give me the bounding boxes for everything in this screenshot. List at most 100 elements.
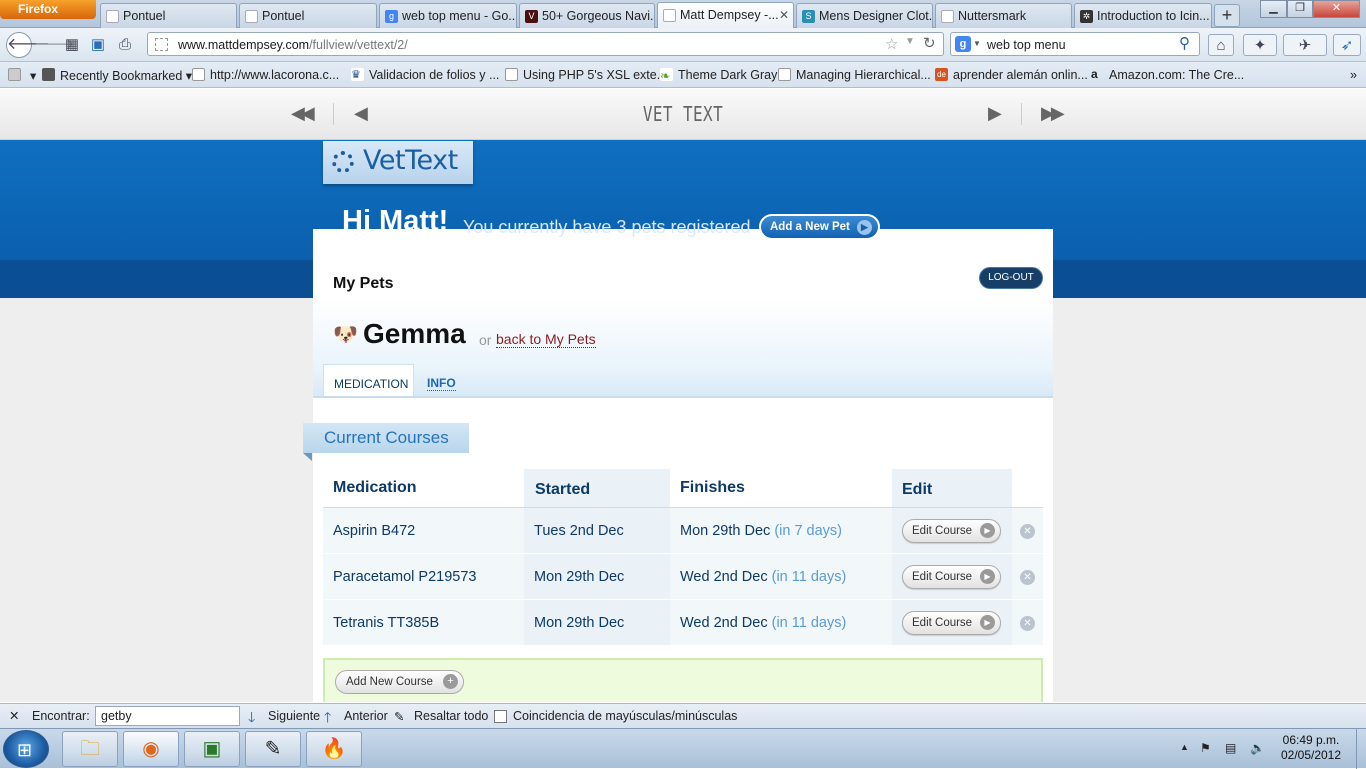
fullview-nav-bar: ◀◀ ◀ VET TEXT ▶ ▶▶ bbox=[0, 89, 1366, 140]
delete-course-icon[interactable]: ✕ bbox=[1020, 616, 1035, 631]
bookmark-item[interactable]: a Amazon.com: The Cre... bbox=[1091, 68, 1244, 82]
add-new-pet-button[interactable]: Add a New Pet ▶ bbox=[759, 214, 880, 240]
last-page-icon[interactable]: ▶▶ bbox=[1041, 103, 1065, 124]
match-case-checkbox[interactable] bbox=[494, 710, 507, 723]
search-bar[interactable]: g ▼ web top menu ⚲ bbox=[950, 32, 1200, 56]
bookmark-item[interactable]: Using PHP 5's XSL exte... bbox=[505, 68, 667, 82]
forward-button[interactable]: 🡒 bbox=[34, 34, 74, 56]
browser-tab[interactable]: Nuttersmark bbox=[935, 3, 1072, 28]
tab-info[interactable]: INFO bbox=[427, 376, 456, 391]
sidebar-icon[interactable]: ▣ bbox=[87, 34, 109, 56]
site-identity-icon[interactable] bbox=[155, 38, 168, 51]
chevron-down-icon[interactable]: ▼ bbox=[973, 39, 981, 48]
bookmarklet-icon[interactable]: ▦ bbox=[61, 34, 83, 56]
edit-course-button[interactable]: Edit Course ▶ bbox=[902, 611, 1001, 635]
delete-course-icon[interactable]: ✕ bbox=[1020, 524, 1035, 539]
minimize-window-button[interactable]: ▁ bbox=[1260, 0, 1287, 18]
tab-my-pets[interactable]: My Pets bbox=[323, 268, 403, 298]
bookmark-item[interactable]: Managing Hierarchical... bbox=[778, 68, 931, 82]
browser-tab[interactable]: g web top menu - Go... bbox=[379, 3, 517, 28]
started-cell: Mon 29th Dec bbox=[534, 569, 625, 585]
highlighter-icon: ✎ bbox=[394, 710, 405, 724]
new-tab-button[interactable]: + bbox=[1214, 4, 1240, 27]
tab-medication[interactable]: MEDICATION bbox=[323, 364, 414, 396]
browser-tab[interactable]: ✲ Introduction to Icin... bbox=[1074, 3, 1212, 28]
url-bar[interactable]: www.mattdempsey.com/fullview/vettext/2/ … bbox=[147, 32, 944, 56]
browser-tab[interactable]: S Mens Designer Clot... bbox=[796, 3, 933, 28]
next-page-icon[interactable]: ▶ bbox=[988, 103, 1002, 124]
firefox-taskbar-button[interactable]: ◉ bbox=[123, 731, 179, 767]
match-case-label: Coincidencia de mayúsculas/minúsculas bbox=[513, 709, 738, 723]
logout-button[interactable]: LOG-OUT bbox=[979, 267, 1043, 289]
folder-icon bbox=[8, 68, 21, 81]
finishes-cell: Wed 2nd Dec (in 11 days) bbox=[680, 569, 847, 585]
notepad-taskbar-button[interactable]: ✎ bbox=[245, 731, 301, 767]
browser-tab-active[interactable]: Matt Dempsey -... ✕ bbox=[657, 2, 794, 29]
browser-tab[interactable]: V 50+ Gorgeous Navi... bbox=[519, 3, 655, 28]
bookmark-star-icon[interactable]: ☆ bbox=[885, 35, 898, 53]
print-icon[interactable]: ⎙ bbox=[114, 34, 136, 56]
close-tab-icon[interactable]: ✕ bbox=[779, 8, 789, 22]
plus-icon: + bbox=[443, 674, 458, 689]
edit-course-button[interactable]: Edit Course ▶ bbox=[902, 565, 1001, 589]
find-next-button[interactable]: Siguiente bbox=[268, 709, 320, 723]
share-icon[interactable]: ➶ bbox=[1333, 34, 1361, 56]
network-icon[interactable]: ▤ bbox=[1225, 741, 1236, 755]
maximize-window-button[interactable]: ❐ bbox=[1287, 0, 1313, 18]
start-button[interactable]: ⊞ bbox=[3, 730, 49, 768]
de-site-icon: de bbox=[935, 68, 948, 81]
dog-icon: 🐶 bbox=[333, 324, 358, 346]
window-icon: ▣ bbox=[202, 738, 222, 760]
medication-cell: Aspirin B472 bbox=[333, 523, 416, 539]
browser-tab[interactable]: Pontuel bbox=[100, 3, 237, 28]
edit-course-button[interactable]: Edit Course ▶ bbox=[902, 519, 1001, 543]
bookmark-item[interactable]: Recently Bookmarked ▾ bbox=[42, 68, 192, 83]
find-input[interactable]: getby bbox=[95, 706, 240, 726]
search-icon[interactable]: ⚲ bbox=[1179, 34, 1190, 52]
bookmark-item[interactable]: ♛ Validacion de folios y ... bbox=[351, 68, 499, 82]
back-to-my-pets-link[interactable]: back to My Pets bbox=[496, 331, 596, 348]
back-button[interactable]: 🡐 bbox=[6, 32, 50, 58]
bookmark-item[interactable]: ▾ bbox=[8, 68, 36, 83]
dropdown-icon[interactable]: ▼ bbox=[905, 36, 915, 47]
close-find-bar-icon[interactable]: ✕ bbox=[9, 708, 19, 723]
delete-course-icon[interactable]: ✕ bbox=[1020, 570, 1035, 585]
bookmark-item[interactable]: ❧ Theme Dark Gray bbox=[660, 68, 777, 83]
bookmark-item[interactable]: http://www.lacorona.c... bbox=[192, 68, 339, 82]
medication-cell: Tetranis TT385B bbox=[333, 615, 440, 631]
page-icon bbox=[192, 68, 205, 81]
google-search-engine-icon[interactable]: g bbox=[955, 36, 971, 52]
table-row: Tetranis TT385B Mon 29th Dec Wed 2nd Dec… bbox=[323, 600, 1043, 646]
volume-icon[interactable]: 🔈 bbox=[1250, 741, 1265, 755]
home-icon[interactable]: ⌂ bbox=[1208, 34, 1234, 56]
firefox-menu-button[interactable]: Firefox bbox=[0, 0, 96, 19]
section-title: Current Courses bbox=[303, 423, 469, 453]
highlight-all-button[interactable]: Resaltar todo bbox=[414, 709, 488, 723]
browser-tab[interactable]: Pontuel bbox=[239, 3, 377, 28]
page-icon bbox=[778, 68, 791, 81]
show-desktop-button[interactable] bbox=[1356, 729, 1366, 769]
reload-icon[interactable]: ↻ bbox=[923, 34, 936, 52]
app-taskbar-button[interactable]: 🔥 bbox=[306, 731, 362, 767]
close-window-button[interactable]: ✕ bbox=[1313, 0, 1360, 18]
explorer-taskbar-button[interactable]: 🗀 bbox=[62, 731, 118, 767]
app-logo[interactable]: VetText bbox=[323, 141, 473, 184]
tab-my-account[interactable]: My Account bbox=[416, 275, 499, 293]
divider bbox=[1021, 103, 1022, 125]
arrow-right-icon: ▶ bbox=[857, 220, 872, 235]
find-previous-button[interactable]: Anterior bbox=[344, 709, 388, 723]
bookmark-item[interactable]: de aprender alemán onlin... bbox=[935, 68, 1088, 82]
addon-toolbar-icon[interactable]: ✈ bbox=[1283, 34, 1327, 56]
medication-cell: Paracetamol P219573 bbox=[333, 569, 477, 585]
fullview-title: VET TEXT bbox=[642, 102, 724, 126]
action-center-icon[interactable]: ⚑ bbox=[1200, 741, 1211, 755]
pet-count-text: You currently have 3 pets registered bbox=[463, 217, 751, 237]
remote-desktop-taskbar-button[interactable]: ▣ bbox=[184, 731, 240, 767]
table-row: Aspirin B472 Tues 2nd Dec Mon 29th Dec (… bbox=[323, 508, 1043, 554]
bookmarks-menu-icon[interactable]: ✦ bbox=[1243, 34, 1277, 56]
system-clock[interactable]: 06:49 p.m. 02/05/2012 bbox=[1280, 733, 1342, 763]
show-hidden-icons[interactable]: ▲ bbox=[1180, 742, 1189, 752]
more-bookmarks-icon[interactable]: » bbox=[1350, 68, 1357, 82]
firefox-icon: ◉ bbox=[142, 738, 160, 760]
add-new-course-button[interactable]: Add New Course + bbox=[335, 670, 464, 694]
